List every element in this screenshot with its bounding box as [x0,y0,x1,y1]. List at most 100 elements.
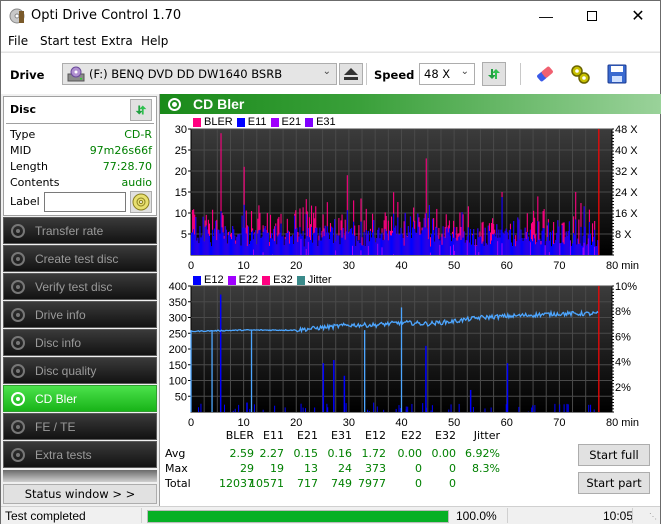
nav-drive-info[interactable]: Drive info [3,301,157,328]
nav-label: Extra tests [35,447,92,462]
close-button[interactable]: ✕ [615,1,661,31]
e11-bar [576,244,578,255]
start-full-button[interactable]: Start full [578,444,650,466]
e11-bar [518,219,520,255]
e11-bar [528,240,530,255]
y-tick-label: 300 [169,313,187,325]
e11-bar [433,230,435,255]
e11-bar [279,232,281,255]
e11-bar [565,231,567,255]
e12-bar [300,403,302,412]
e21-bar [475,239,477,255]
e21-bar [352,245,354,255]
e11-bar [365,230,367,255]
drive-select[interactable]: (F:) BENQ DVD DD DW1640 BSRB ⌄ [62,63,337,85]
x-tick-label: 10 [238,260,250,272]
e11-bar [346,210,348,255]
e11-bar [482,241,484,255]
nav-verify-test-disc[interactable]: Verify test disc [3,273,157,300]
e11-bar [464,242,466,255]
minimize-button[interactable]: — [523,1,569,31]
e11-bar [237,234,239,255]
e11-bar [374,237,376,255]
e12-bar [284,407,286,412]
nav-cd-bler[interactable]: CD Bler [3,385,157,412]
e11-bar [323,236,325,255]
e11-bar [344,239,346,255]
speed-select[interactable]: 48 X ⌄ [419,63,475,85]
e11-bar [430,234,433,255]
menu-extra[interactable]: Extra [101,34,133,48]
settings-button[interactable] [568,62,592,86]
resize-grip-icon[interactable]: ⋱ [649,512,657,521]
erase-button[interactable] [533,62,557,86]
e11-bar [467,227,469,255]
nav-create-test-disc[interactable]: Create test disc [3,245,157,272]
e11-bar [217,229,219,255]
title-bar: Opti Drive Control 1.70 — ✕ [1,1,660,31]
drive-label: Drive [10,68,45,82]
e21-bar [548,252,550,255]
disc-label-input[interactable] [44,192,126,212]
nav-transfer-rate[interactable]: Transfer rate [3,217,157,244]
e11-bar [227,235,229,255]
fe-te-icon [11,419,25,434]
e11-bar [213,236,215,255]
refresh-speed-button[interactable] [482,62,506,86]
start-part-button[interactable]: Start part [578,472,650,494]
disc-icon [132,193,150,211]
e11-bar [382,240,384,255]
e11-bar [426,228,428,255]
x-tick-label: 10 [238,417,250,429]
nav-disc-quality[interactable]: Disc quality [3,357,157,384]
e11-bar [332,227,334,255]
menu-file[interactable]: File [8,34,28,48]
e11-bar [375,242,377,255]
e12-bar [559,404,561,412]
status-window-button[interactable]: Status window > > [3,484,157,504]
e11-bar [560,242,562,255]
nav-disc-info[interactable]: Disc info [3,329,157,356]
nav-extra-tests[interactable]: Extra tests [3,441,157,468]
y-tick-label: 100 [169,376,187,388]
e12-bar [327,407,329,412]
e11-bar [222,232,224,255]
e11-bar [320,240,322,255]
e11-bar [348,231,350,255]
save-button[interactable] [605,62,629,86]
nav-label: Disc info [35,335,82,350]
maximize-button[interactable] [569,1,615,31]
e11-bar [593,236,595,255]
disc-value: 77:28.70 [102,160,152,173]
nav-label: Verify test disc [35,279,113,294]
extra-tests-icon [11,447,25,462]
eject-button[interactable] [339,63,363,85]
e11-bar [286,233,288,255]
e11-bar [520,229,522,255]
nav-fe-te[interactable]: FE / TE [3,413,157,440]
e11-bar [296,227,298,255]
window-title: Opti Drive Control 1.70 [31,8,182,23]
nav-label: Drive info [35,307,86,322]
e11-bar [470,244,473,255]
disc-refresh-button[interactable] [130,99,152,121]
e11-bar [403,245,405,255]
e11-bar [229,236,232,255]
x-tick-label: 70 [553,260,565,272]
nav-filler [3,470,157,482]
y2-tick-label: 32 X [615,166,638,178]
jitter-chart: 50 100 150 200 250 300 350 400 2% 4% 6% 8% 10% 0 10 20 3… [169,281,639,429]
e11-bar [588,221,590,255]
e11-bar [477,228,479,255]
e11-bar [462,237,464,255]
disc-label-button[interactable] [130,191,152,213]
e11-bar [428,205,430,255]
menu-start-test[interactable]: Start test [40,34,96,48]
e11-bar [197,237,199,255]
e21-bar [582,247,584,255]
e11-bar [223,238,225,255]
drive-info-icon [11,307,25,322]
stats-cell: 8.3% [472,462,500,475]
e11-bar [538,240,540,255]
menu-help[interactable]: Help [141,34,168,48]
